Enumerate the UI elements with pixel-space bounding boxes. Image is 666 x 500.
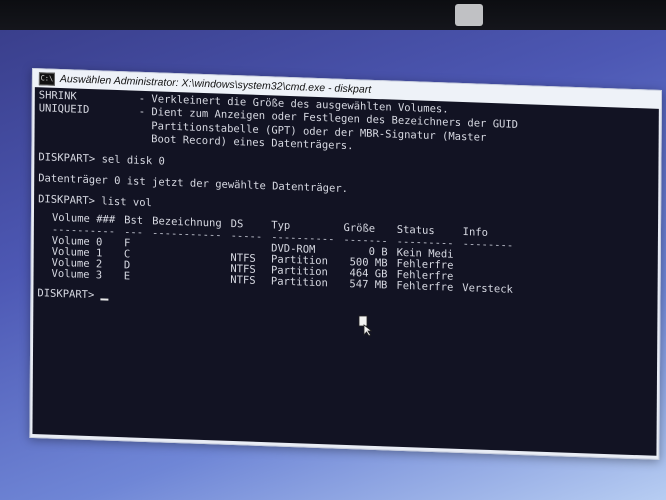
separator-cell: -------- — [462, 238, 514, 252]
command-prompt[interactable]: DISKPART> — [37, 287, 653, 322]
table-cell: NTFS — [230, 274, 256, 287]
table-cell: Versteck — [462, 282, 513, 296]
table-cell: Fehlerfre — [396, 279, 454, 294]
background-object — [455, 4, 483, 26]
table-cell: 547 MB — [349, 278, 388, 292]
mouse-pointer-icon — [358, 315, 372, 337]
table-cell — [152, 272, 231, 286]
cmd-icon: C:\ — [38, 71, 55, 86]
table-cell: Volume 3 — [51, 267, 103, 282]
volume-table: Volume ### Bst Bezeichnung DS Typ Größe Status… — [52, 211, 523, 296]
text-cursor — [100, 297, 109, 301]
prompt-label: DISKPART> — [37, 287, 95, 302]
table-cell: Partition — [270, 275, 328, 290]
table-cell: E — [123, 270, 131, 283]
cmd-window[interactable]: C:\ Auswählen Administrator: X:\windows\… — [29, 68, 662, 460]
console-output[interactable]: SHRINK - Verkleinert die Größe des ausgew… — [32, 87, 659, 456]
separator-cell: ----- — [230, 230, 263, 244]
